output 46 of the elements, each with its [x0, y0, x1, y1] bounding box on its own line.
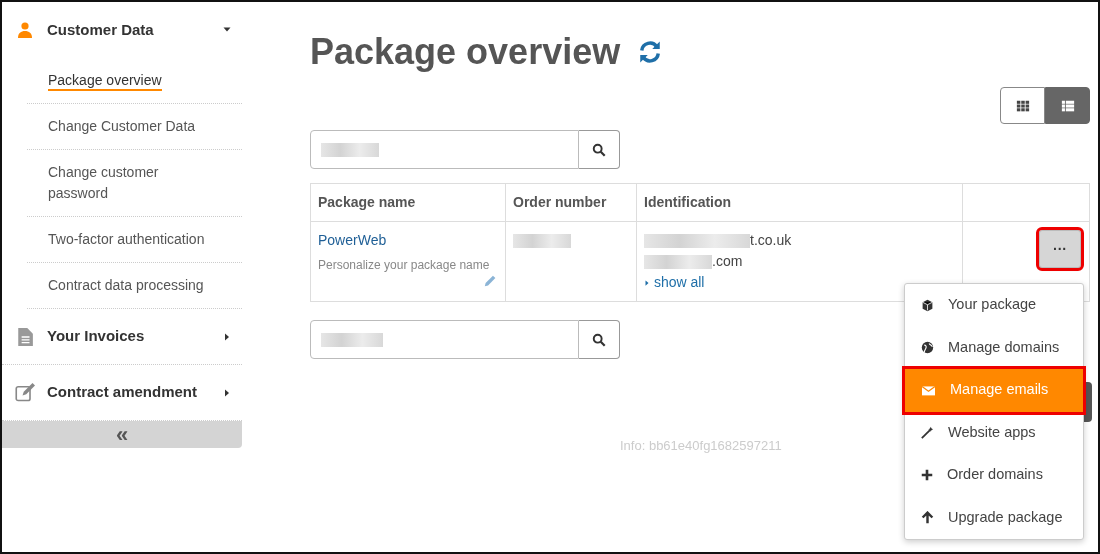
menu-item[interactable]: Upgrade package [905, 496, 1083, 539]
submenu-item[interactable]: Contract data processing [27, 263, 242, 308]
domain-text: .com [712, 252, 743, 272]
document-icon [15, 325, 34, 348]
search-button[interactable] [579, 130, 620, 170]
caret-down-icon [222, 26, 232, 34]
collapse-button[interactable]: « [2, 421, 242, 448]
refresh-icon[interactable] [638, 39, 663, 64]
plus-icon [921, 469, 933, 482]
list-icon [1060, 98, 1075, 113]
menu-item[interactable]: Your package [905, 284, 1083, 327]
arrow-up-icon [921, 511, 934, 525]
submenu-item[interactable]: Two-factor authentication [27, 217, 242, 263]
hint-text: Personalize your package name [318, 257, 491, 275]
edit-icon [14, 382, 35, 403]
menu-section-header[interactable]: Your Invoices [2, 309, 242, 365]
search-icon [592, 142, 606, 157]
search-icon [592, 332, 606, 347]
menu-item[interactable]: Website apps [905, 411, 1083, 454]
menu-section-header[interactable]: Customer Data [2, 2, 242, 58]
column-header: Identification [636, 183, 963, 222]
blurred-value [513, 234, 571, 249]
submenu-item[interactable]: Change customer password [27, 150, 242, 217]
column-header: Order number [505, 183, 637, 222]
search-field[interactable] [310, 130, 579, 170]
search-button[interactable] [579, 320, 620, 360]
blurred-value [644, 254, 712, 269]
menu-item[interactable]: Order domains [905, 454, 1083, 497]
envelope-icon [921, 383, 936, 397]
more-button[interactable]: ··· [1039, 230, 1081, 269]
grid-icon [1015, 98, 1030, 113]
list-view-button[interactable] [1045, 87, 1090, 125]
domain-text: t.co.uk [750, 231, 792, 251]
grid-view-button[interactable] [1000, 87, 1045, 125]
show-all-link[interactable]: show all [644, 274, 705, 291]
menu-item[interactable]: Manage domains [905, 326, 1083, 369]
wand-icon [921, 426, 934, 440]
person-icon [16, 20, 33, 40]
globe-icon [921, 341, 934, 355]
package-name-link[interactable]: PowerWeb [318, 232, 387, 249]
page-title: Package overview [310, 30, 621, 74]
search-field[interactable] [310, 320, 579, 360]
submenu-item[interactable]: Change Customer Data [27, 104, 242, 150]
cube-icon [921, 298, 934, 312]
submenu-item[interactable]: Package overview [27, 58, 242, 104]
column-header: Package name [310, 183, 506, 222]
